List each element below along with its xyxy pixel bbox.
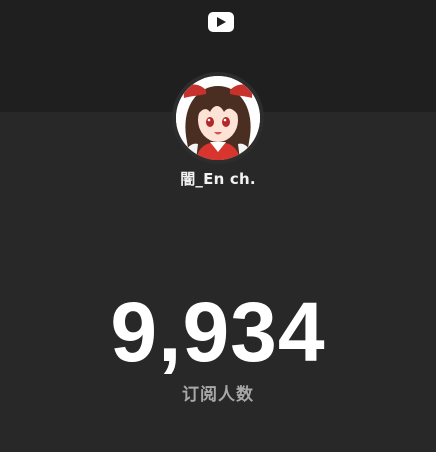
avatar-ring bbox=[172, 72, 264, 164]
anime-girl-avatar-icon bbox=[176, 76, 260, 160]
avatar[interactable] bbox=[176, 76, 260, 160]
subscriber-counter-page: 闇_En ch. 9,934 订阅人数 bbox=[0, 0, 436, 452]
play-triangle bbox=[217, 17, 226, 27]
subscriber-count: 9,934 bbox=[110, 285, 326, 379]
youtube-play-icon[interactable] bbox=[208, 12, 234, 32]
subscriber-count-label: 订阅人数 bbox=[182, 385, 254, 405]
channel-name[interactable]: 闇_En ch. bbox=[0, 168, 436, 189]
